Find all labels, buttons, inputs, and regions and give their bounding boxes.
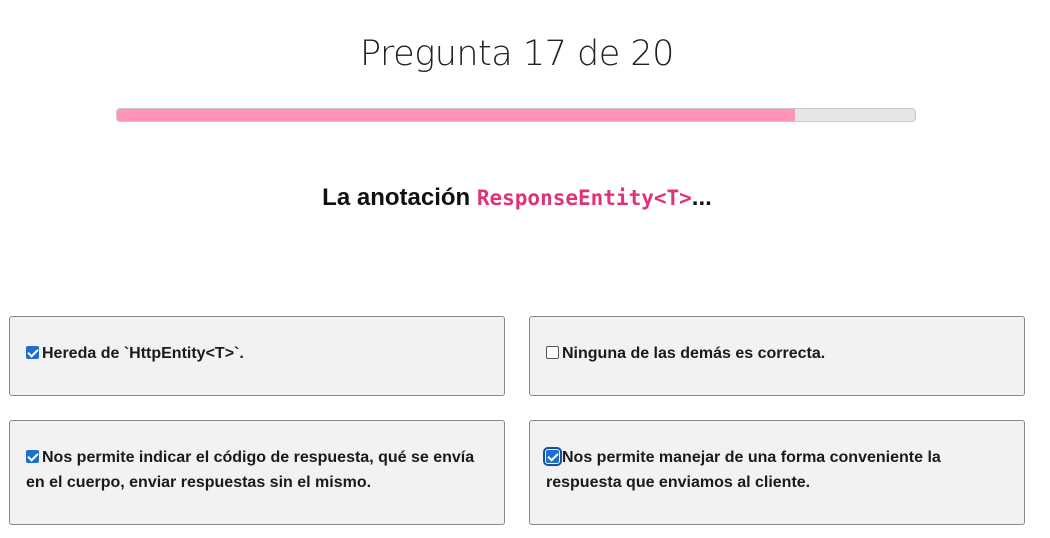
question-counter: Pregunta 17 de 20 bbox=[360, 34, 674, 74]
answer-label-4: Nos permite manejar de una forma conveni… bbox=[546, 449, 941, 491]
answer-option-4[interactable]: Nos permite manejar de una forma conveni… bbox=[529, 420, 1025, 525]
answer-label-2: Ninguna de las demás es correcta. bbox=[562, 345, 826, 362]
answer-checkbox-3[interactable] bbox=[26, 450, 39, 463]
answer-option-1[interactable]: Hereda de `HttpEntity<T>`. bbox=[9, 316, 505, 396]
progress-bar-fill bbox=[117, 109, 796, 121]
answer-checkbox-1[interactable] bbox=[26, 346, 39, 359]
answer-label-3: Nos permite indicar el código de respues… bbox=[26, 449, 475, 491]
question-code: ResponseEntity<T> bbox=[476, 186, 692, 210]
answer-option-3[interactable]: Nos permite indicar el código de respues… bbox=[9, 420, 505, 525]
answer-label-1: Hereda de `HttpEntity<T>`. bbox=[42, 345, 244, 362]
quiz-page: Pregunta 17 de 20 La anotación ResponseE… bbox=[0, 0, 1050, 538]
answer-checkbox-4[interactable] bbox=[543, 447, 562, 466]
question-prefix: La anotación bbox=[322, 184, 477, 211]
question-text: La anotación ResponseEntity<T>... bbox=[0, 184, 1034, 212]
answer-checkbox-2[interactable] bbox=[546, 346, 559, 359]
answer-option-2[interactable]: Ninguna de las demás es correcta. bbox=[529, 316, 1025, 396]
progress-bar bbox=[116, 108, 916, 122]
question-suffix: ... bbox=[691, 184, 712, 211]
